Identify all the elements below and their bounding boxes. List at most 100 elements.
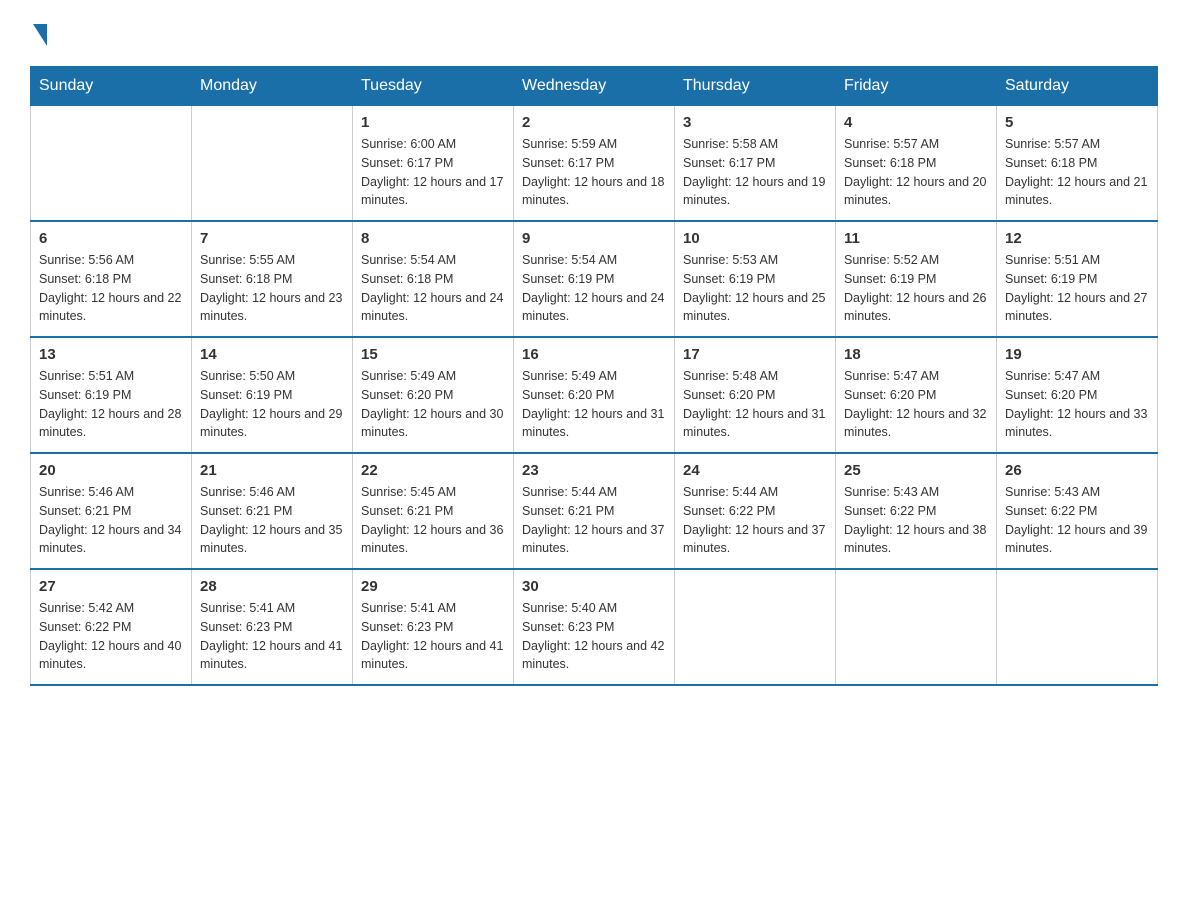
- table-row: 20 Sunrise: 5:46 AMSunset: 6:21 PMDayligh…: [31, 453, 192, 569]
- table-row: 21 Sunrise: 5:46 AMSunset: 6:21 PMDayligh…: [192, 453, 353, 569]
- day-detail: Sunrise: 5:59 AMSunset: 6:17 PMDaylight:…: [522, 135, 666, 210]
- table-row: 22 Sunrise: 5:45 AMSunset: 6:21 PMDayligh…: [353, 453, 514, 569]
- table-row: 30 Sunrise: 5:40 AMSunset: 6:23 PMDayligh…: [514, 569, 675, 685]
- day-detail: Sunrise: 5:49 AMSunset: 6:20 PMDaylight:…: [522, 367, 666, 442]
- day-detail: Sunrise: 5:50 AMSunset: 6:19 PMDaylight:…: [200, 367, 344, 442]
- day-detail: Sunrise: 5:43 AMSunset: 6:22 PMDaylight:…: [844, 483, 988, 558]
- table-row: 5Sunrise: 5:57 AMSunset: 6:18 PMDaylight…: [997, 106, 1158, 222]
- day-detail: Sunrise: 5:44 AMSunset: 6:21 PMDaylight:…: [522, 483, 666, 558]
- table-row: 4 Sunrise: 5:57 AMSunset: 6:18 PMDaylight…: [836, 106, 997, 222]
- table-row: 18 Sunrise: 5:47 AMSunset: 6:20 PMDayligh…: [836, 337, 997, 453]
- day-number: 15: [361, 346, 505, 363]
- calendar-week-row: 6Sunrise: 5:56 AMSunset: 6:18 PMDaylight…: [31, 221, 1158, 337]
- table-row: 23 Sunrise: 5:44 AMSunset: 6:21 PMDayligh…: [514, 453, 675, 569]
- table-row: 11 Sunrise: 5:52 AMSunset: 6:19 PMDayligh…: [836, 221, 997, 337]
- day-number: 1: [361, 114, 505, 131]
- table-row: 16 Sunrise: 5:49 AMSunset: 6:20 PMDayligh…: [514, 337, 675, 453]
- table-row: 8 Sunrise: 5:54 AMSunset: 6:18 PMDaylight…: [353, 221, 514, 337]
- day-detail: Sunrise: 5:57 AMSunset: 6:18 PMDaylight:…: [1005, 135, 1149, 210]
- day-number: 10: [683, 230, 827, 247]
- day-number: 18: [844, 346, 988, 363]
- header-saturday: Saturday: [997, 67, 1158, 106]
- day-detail: Sunrise: 5:55 AMSunset: 6:18 PMDaylight:…: [200, 251, 344, 326]
- table-row: [192, 106, 353, 222]
- calendar-week-row: 20 Sunrise: 5:46 AMSunset: 6:21 PMDayligh…: [31, 453, 1158, 569]
- day-number: 24: [683, 462, 827, 479]
- table-row: 14 Sunrise: 5:50 AMSunset: 6:19 PMDayligh…: [192, 337, 353, 453]
- day-number: 17: [683, 346, 827, 363]
- day-detail: Sunrise: 5:54 AMSunset: 6:19 PMDaylight:…: [522, 251, 666, 326]
- table-row: 24 Sunrise: 5:44 AMSunset: 6:22 PMDayligh…: [675, 453, 836, 569]
- logo-triangle-icon: [33, 24, 47, 46]
- calendar-week-row: 13 Sunrise: 5:51 AMSunset: 6:19 PMDayligh…: [31, 337, 1158, 453]
- day-detail: Sunrise: 5:40 AMSunset: 6:23 PMDaylight:…: [522, 599, 666, 674]
- day-number: 26: [1005, 462, 1149, 479]
- table-row: 9Sunrise: 5:54 AMSunset: 6:19 PMDaylight…: [514, 221, 675, 337]
- day-number: 3: [683, 114, 827, 131]
- day-detail: Sunrise: 5:47 AMSunset: 6:20 PMDaylight:…: [844, 367, 988, 442]
- day-detail: Sunrise: 5:49 AMSunset: 6:20 PMDaylight:…: [361, 367, 505, 442]
- day-detail: Sunrise: 5:57 AMSunset: 6:18 PMDaylight:…: [844, 135, 988, 210]
- table-row: 10 Sunrise: 5:53 AMSunset: 6:19 PMDayligh…: [675, 221, 836, 337]
- table-row: [997, 569, 1158, 685]
- day-number: 29: [361, 578, 505, 595]
- day-detail: Sunrise: 5:42 AMSunset: 6:22 PMDaylight:…: [39, 599, 183, 674]
- day-number: 25: [844, 462, 988, 479]
- table-row: 19Sunrise: 5:47 AMSunset: 6:20 PMDayligh…: [997, 337, 1158, 453]
- day-detail: Sunrise: 5:58 AMSunset: 6:17 PMDaylight:…: [683, 135, 827, 210]
- day-number: 19: [1005, 346, 1149, 363]
- table-row: 1 Sunrise: 6:00 AMSunset: 6:17 PMDaylight…: [353, 106, 514, 222]
- day-number: 4: [844, 114, 988, 131]
- day-number: 28: [200, 578, 344, 595]
- day-detail: Sunrise: 5:54 AMSunset: 6:18 PMDaylight:…: [361, 251, 505, 326]
- day-detail: Sunrise: 5:52 AMSunset: 6:19 PMDaylight:…: [844, 251, 988, 326]
- header-thursday: Thursday: [675, 67, 836, 106]
- day-detail: Sunrise: 6:00 AMSunset: 6:17 PMDaylight:…: [361, 135, 505, 210]
- day-detail: Sunrise: 5:43 AMSunset: 6:22 PMDaylight:…: [1005, 483, 1149, 558]
- day-number: 7: [200, 230, 344, 247]
- day-number: 8: [361, 230, 505, 247]
- header-monday: Monday: [192, 67, 353, 106]
- day-detail: Sunrise: 5:46 AMSunset: 6:21 PMDaylight:…: [39, 483, 183, 558]
- calendar-week-row: 1 Sunrise: 6:00 AMSunset: 6:17 PMDaylight…: [31, 106, 1158, 222]
- day-number: 21: [200, 462, 344, 479]
- header-tuesday: Tuesday: [353, 67, 514, 106]
- day-detail: Sunrise: 5:46 AMSunset: 6:21 PMDaylight:…: [200, 483, 344, 558]
- calendar-table: Sunday Monday Tuesday Wednesday Thursday…: [30, 66, 1158, 686]
- day-detail: Sunrise: 5:41 AMSunset: 6:23 PMDaylight:…: [361, 599, 505, 674]
- day-number: 16: [522, 346, 666, 363]
- header-wednesday: Wednesday: [514, 67, 675, 106]
- day-number: 12: [1005, 230, 1149, 247]
- day-number: 20: [39, 462, 183, 479]
- day-number: 2: [522, 114, 666, 131]
- logo: [30, 20, 47, 46]
- table-row: 27Sunrise: 5:42 AMSunset: 6:22 PMDayligh…: [31, 569, 192, 685]
- table-row: 28 Sunrise: 5:41 AMSunset: 6:23 PMDayligh…: [192, 569, 353, 685]
- day-detail: Sunrise: 5:45 AMSunset: 6:21 PMDaylight:…: [361, 483, 505, 558]
- day-number: 6: [39, 230, 183, 247]
- day-detail: Sunrise: 5:41 AMSunset: 6:23 PMDaylight:…: [200, 599, 344, 674]
- table-row: 2 Sunrise: 5:59 AMSunset: 6:17 PMDaylight…: [514, 106, 675, 222]
- table-row: [31, 106, 192, 222]
- table-row: 13 Sunrise: 5:51 AMSunset: 6:19 PMDayligh…: [31, 337, 192, 453]
- day-number: 23: [522, 462, 666, 479]
- table-row: 12 Sunrise: 5:51 AMSunset: 6:19 PMDayligh…: [997, 221, 1158, 337]
- header-sunday: Sunday: [31, 67, 192, 106]
- day-number: 13: [39, 346, 183, 363]
- day-number: 11: [844, 230, 988, 247]
- day-detail: Sunrise: 5:51 AMSunset: 6:19 PMDaylight:…: [39, 367, 183, 442]
- table-row: 26 Sunrise: 5:43 AMSunset: 6:22 PMDayligh…: [997, 453, 1158, 569]
- day-number: 30: [522, 578, 666, 595]
- table-row: 25 Sunrise: 5:43 AMSunset: 6:22 PMDayligh…: [836, 453, 997, 569]
- header-friday: Friday: [836, 67, 997, 106]
- day-detail: Sunrise: 5:53 AMSunset: 6:19 PMDaylight:…: [683, 251, 827, 326]
- table-row: 29 Sunrise: 5:41 AMSunset: 6:23 PMDayligh…: [353, 569, 514, 685]
- day-detail: Sunrise: 5:48 AMSunset: 6:20 PMDaylight:…: [683, 367, 827, 442]
- day-detail: Sunrise: 5:51 AMSunset: 6:19 PMDaylight:…: [1005, 251, 1149, 326]
- day-number: 14: [200, 346, 344, 363]
- calendar-week-row: 27Sunrise: 5:42 AMSunset: 6:22 PMDayligh…: [31, 569, 1158, 685]
- table-row: 3 Sunrise: 5:58 AMSunset: 6:17 PMDaylight…: [675, 106, 836, 222]
- day-detail: Sunrise: 5:44 AMSunset: 6:22 PMDaylight:…: [683, 483, 827, 558]
- day-number: 22: [361, 462, 505, 479]
- table-row: 6Sunrise: 5:56 AMSunset: 6:18 PMDaylight…: [31, 221, 192, 337]
